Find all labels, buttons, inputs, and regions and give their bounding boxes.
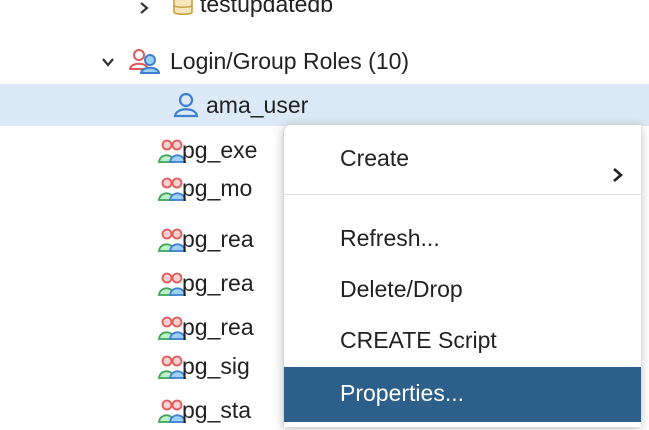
menu-item-create[interactable]: Create bbox=[284, 133, 641, 183]
menu-item-label: Create bbox=[340, 145, 410, 171]
menu-item-label: Properties... bbox=[340, 380, 464, 406]
menu-item-label: CREATE Script bbox=[340, 327, 497, 353]
tree-node-label: pg_rea bbox=[182, 270, 254, 296]
tree-node-label: pg_sta bbox=[182, 397, 252, 423]
menu-item-refresh[interactable]: Refresh... bbox=[284, 213, 641, 263]
menu-item-create-script[interactable]: CREATE Script bbox=[284, 315, 641, 365]
login-group-roles-icon bbox=[128, 48, 164, 79]
chevron-right-icon[interactable] bbox=[136, 0, 152, 16]
context-menu: Create Refresh... Delete/Drop CREATE Scr… bbox=[283, 124, 641, 427]
tree-node-label: ama_user bbox=[206, 92, 309, 118]
menu-item-label: Delete/Drop bbox=[340, 276, 463, 302]
menu-item-label: Refresh... bbox=[340, 225, 440, 251]
database-icon bbox=[172, 0, 194, 23]
tree-node-login-group-roles[interactable]: Login/Group Roles (10) bbox=[0, 41, 649, 81]
tree-node-selected-role[interactable]: ama_user bbox=[0, 84, 649, 126]
menu-item-properties[interactable]: Properties... bbox=[284, 367, 641, 422]
tree-node-label: pg_rea bbox=[182, 226, 254, 252]
user-role-icon bbox=[172, 92, 200, 123]
tree-node-label: pg_sig bbox=[182, 353, 250, 379]
chevron-right-icon bbox=[611, 150, 625, 200]
chevron-down-icon[interactable] bbox=[100, 54, 116, 70]
tree-node-label: testupdatedb bbox=[200, 0, 334, 17]
tree-node-database[interactable]: testupdatedb bbox=[0, 0, 649, 24]
tree-node-label: pg_exe bbox=[182, 137, 258, 163]
menu-separator bbox=[284, 194, 641, 195]
tree-node-label: pg_mo bbox=[182, 175, 253, 201]
menu-item-delete-drop[interactable]: Delete/Drop bbox=[284, 264, 641, 314]
tree-node-label: pg_rea bbox=[182, 314, 254, 340]
tree-node-label: Login/Group Roles (10) bbox=[170, 48, 410, 74]
